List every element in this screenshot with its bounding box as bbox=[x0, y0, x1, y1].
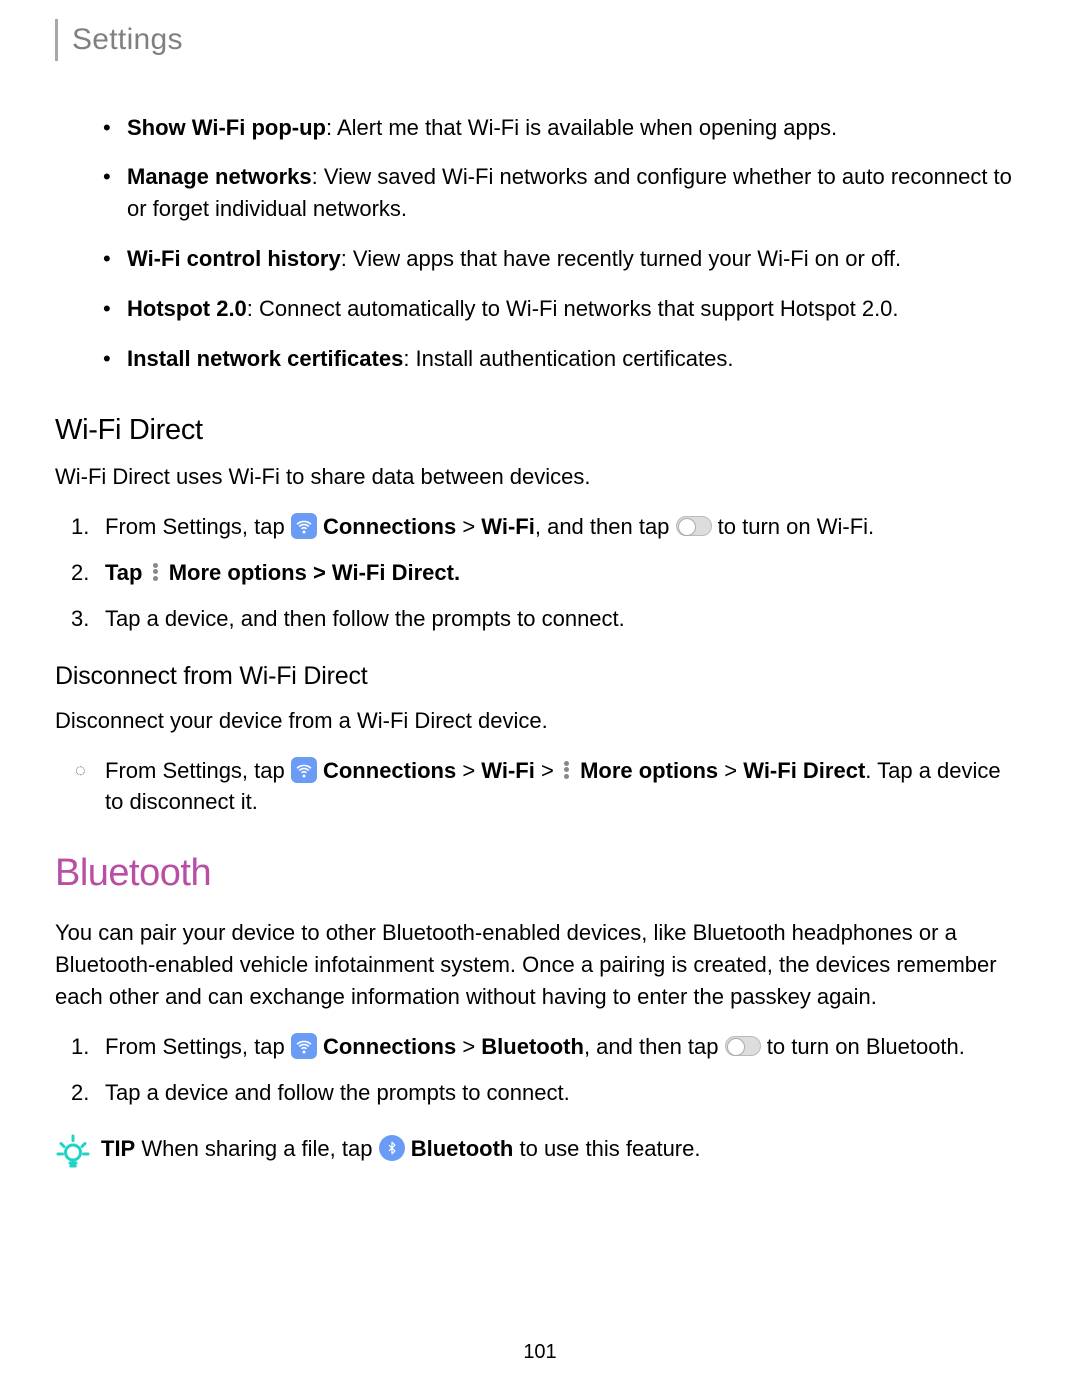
section-intro: You can pair your device to other Blueto… bbox=[55, 917, 1025, 1013]
wifi-icon bbox=[291, 1033, 317, 1059]
page-number: 101 bbox=[0, 1338, 1080, 1367]
page-header: Settings bbox=[55, 0, 1025, 62]
tip-callout: TIP When sharing a file, tap Bluetooth t… bbox=[55, 1133, 1025, 1169]
step-item: From Settings, tap Connections > Wi-Fi >… bbox=[105, 755, 1025, 819]
section-heading-major: Bluetooth bbox=[55, 846, 1025, 901]
bluetooth-section: Bluetooth You can pair your device to ot… bbox=[55, 846, 1025, 1169]
step-item: 3. Tap a device, and then follow the pro… bbox=[105, 603, 1025, 635]
wifi-icon bbox=[291, 513, 317, 539]
step-item: 2. Tap More options > Wi-Fi Direct. bbox=[105, 557, 1025, 589]
subsection-heading: Disconnect from Wi-Fi Direct bbox=[55, 658, 1025, 694]
toggle-off-icon bbox=[725, 1036, 761, 1056]
list-item: Install network certificates: Install au… bbox=[127, 343, 1025, 375]
wifi-icon bbox=[291, 757, 317, 783]
more-options-icon bbox=[560, 759, 574, 781]
lightbulb-icon bbox=[55, 1133, 91, 1169]
subsection-intro: Disconnect your device from a Wi-Fi Dire… bbox=[55, 705, 1025, 737]
disconnect-section: Disconnect from Wi-Fi Direct Disconnect … bbox=[55, 658, 1025, 818]
section-heading: Wi-Fi Direct bbox=[55, 409, 1025, 451]
bluetooth-icon bbox=[379, 1135, 405, 1161]
list-item: Show Wi-Fi pop-up: Alert me that Wi-Fi i… bbox=[127, 112, 1025, 144]
list-item: Hotspot 2.0: Connect automatically to Wi… bbox=[127, 293, 1025, 325]
wifi-advanced-options-list: Show Wi-Fi pop-up: Alert me that Wi-Fi i… bbox=[55, 112, 1025, 375]
more-options-icon bbox=[149, 561, 163, 583]
step-item: 2. Tap a device and follow the prompts t… bbox=[105, 1077, 1025, 1109]
list-item: Manage networks: View saved Wi-Fi networ… bbox=[127, 161, 1025, 225]
section-intro: Wi-Fi Direct uses Wi-Fi to share data be… bbox=[55, 461, 1025, 493]
header-accent-bar bbox=[55, 19, 58, 61]
list-item: Wi-Fi control history: View apps that ha… bbox=[127, 243, 1025, 275]
step-item: 1. From Settings, tap Connections > Wi-F… bbox=[105, 511, 1025, 543]
wifi-direct-steps: 1. From Settings, tap Connections > Wi-F… bbox=[55, 511, 1025, 635]
wifi-direct-section: Wi-Fi Direct Wi-Fi Direct uses Wi-Fi to … bbox=[55, 409, 1025, 635]
step-item: 1. From Settings, tap Connections > Blue… bbox=[105, 1031, 1025, 1063]
header-title: Settings bbox=[72, 18, 183, 62]
tip-text: TIP When sharing a file, tap Bluetooth t… bbox=[101, 1133, 700, 1165]
disconnect-steps: From Settings, tap Connections > Wi-Fi >… bbox=[55, 755, 1025, 819]
bluetooth-steps: 1. From Settings, tap Connections > Blue… bbox=[55, 1031, 1025, 1109]
toggle-off-icon bbox=[676, 516, 712, 536]
